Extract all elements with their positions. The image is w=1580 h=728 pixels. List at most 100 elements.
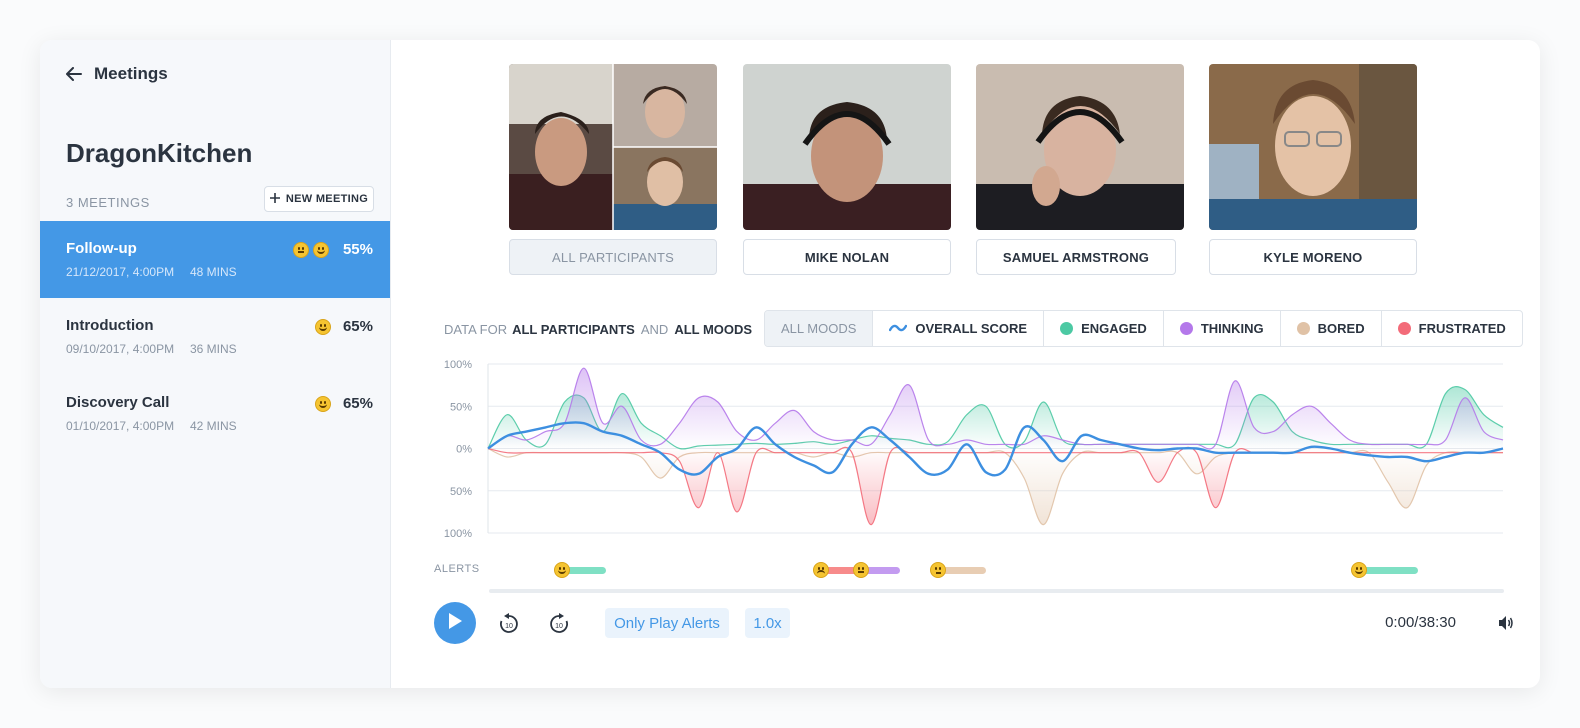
smiley-face-emoji-icon[interactable] xyxy=(554,562,571,578)
tab-engaged[interactable]: ENGAGED xyxy=(1043,311,1163,346)
thinking-dot-icon xyxy=(1179,322,1193,335)
tab-bored[interactable]: BORED xyxy=(1279,311,1381,346)
engaged-dot-icon xyxy=(1060,322,1074,335)
meeting-item-discovery-call[interactable]: Discovery Call 65% 01/10/2017, 4:00PM 42… xyxy=(40,375,390,452)
meeting-score-value: 55% xyxy=(342,241,373,258)
participant-card-all[interactable]: ALL PARTICIPANTS xyxy=(509,64,717,275)
y-tick-label: 100% xyxy=(444,528,472,540)
speaker-icon xyxy=(1499,616,1513,630)
tab-label: ENGAGED xyxy=(1081,321,1147,336)
meetings-count: 3 MEETINGS xyxy=(66,195,150,210)
frustrated-face-emoji-icon[interactable] xyxy=(812,562,829,578)
skip-back-button[interactable]: 10 xyxy=(498,613,520,640)
y-tick-label: 100% xyxy=(444,359,472,371)
tab-label: ALL MOODS xyxy=(781,321,857,336)
playback-time: 0:00/38:30 xyxy=(1385,614,1456,631)
skip-back-seconds: 10 xyxy=(505,623,513,630)
meeting-title: Introduction xyxy=(66,317,154,334)
bored-dot-icon xyxy=(1296,322,1310,335)
tab-thinking[interactable]: THINKING xyxy=(1162,311,1280,346)
meeting-item-introduction[interactable]: Introduction 65% 09/10/2017, 4:00PM 36 M… xyxy=(40,298,390,375)
meeting-item-follow-up[interactable]: Follow-up 55% 21/12/2017, 4:00PM 48 MINS xyxy=(40,221,390,298)
series-line-bored xyxy=(487,447,1503,526)
meeting-date: 21/12/2017, 4:00PM xyxy=(66,265,175,279)
sleepy-face-emoji-icon[interactable] xyxy=(929,562,946,578)
series-area-frustrated xyxy=(488,447,1503,525)
data-filter-summary: DATA FOR ALL PARTICIPANTS AND ALL MOODS xyxy=(444,311,752,348)
playback-speed-button[interactable]: 1.0x xyxy=(745,608,790,638)
participant-card-samuel-armstrong[interactable]: SAMUEL ARMSTRONG xyxy=(976,64,1184,275)
participant-video-kyle-moreno xyxy=(1209,64,1417,230)
wave-icon xyxy=(889,321,908,336)
meeting-duration: 36 MINS xyxy=(190,342,237,356)
smiley-face-emoji-icon[interactable] xyxy=(1350,562,1367,578)
meeting-list: Follow-up 55% 21/12/2017, 4:00PM 48 MINS… xyxy=(40,221,390,452)
player-controls: 10 10 Only Play Alerts 1.0x 0:00/38:30 xyxy=(434,600,1514,644)
meeting-score: 55% xyxy=(292,241,373,258)
filter-participants-wrap: ALL PARTICIPANTS xyxy=(512,322,635,337)
back-link-label: Meetings xyxy=(94,64,168,83)
participant-card-kyle-moreno[interactable]: KYLE MORENO xyxy=(1209,64,1417,275)
meeting-title: Discovery Call xyxy=(66,394,170,411)
tab-frustrated[interactable]: FRUSTRATED xyxy=(1380,311,1522,346)
tab-all-moods[interactable]: ALL MOODS xyxy=(765,311,873,346)
smiley-face-emoji-icon xyxy=(314,395,331,412)
y-tick-label: 50% xyxy=(450,401,472,413)
y-tick-label: 50% xyxy=(450,486,472,498)
project-title: DragonKitchen xyxy=(66,138,253,168)
mood-filter-tabs: ALL MOODS OVERALL SCORE ENGAGED THINKING… xyxy=(764,310,1523,347)
meeting-duration: 48 MINS xyxy=(190,265,237,279)
filter-joiner: AND xyxy=(640,322,669,337)
thinking-face-emoji-icon xyxy=(292,241,309,258)
participant-button-kyle-moreno[interactable]: KYLE MORENO xyxy=(1209,239,1417,275)
tab-label: OVERALL SCORE xyxy=(915,321,1028,336)
participant-button-all[interactable]: ALL PARTICIPANTS xyxy=(509,239,717,275)
tab-label: BORED xyxy=(1317,321,1365,336)
mood-timeline-chart[interactable]: 100% 50% 0% 50% 100% xyxy=(420,352,1510,542)
back-to-meetings-link[interactable]: Meetings xyxy=(66,64,168,84)
meeting-score: 65% xyxy=(314,395,373,412)
only-play-alerts-button[interactable]: Only Play Alerts xyxy=(605,608,729,638)
y-tick-label: 0% xyxy=(456,444,472,456)
sidebar: Meetings DragonKitchen 3 MEETINGS NEW ME… xyxy=(40,40,391,688)
frustrated-dot-icon xyxy=(1397,322,1411,335)
filter-moods: ALL MOODS xyxy=(674,322,753,337)
filter-moods-wrap: ALL MOODS xyxy=(674,322,752,337)
new-meeting-button[interactable]: NEW MEETING xyxy=(264,186,374,212)
smiley-face-emoji-icon xyxy=(312,241,329,258)
smiley-face-emoji-icon xyxy=(314,318,331,335)
thinking-face-emoji-icon[interactable] xyxy=(853,562,870,578)
participant-video-samuel-armstrong xyxy=(976,64,1184,230)
timeline-scrubber-track[interactable] xyxy=(489,589,1504,593)
tab-overall-score[interactable]: OVERALL SCORE xyxy=(872,311,1043,346)
meeting-score-value: 65% xyxy=(342,318,373,335)
all-participants-video-grid xyxy=(509,64,717,230)
participant-video-mike-nolan xyxy=(743,64,951,230)
meeting-title: Follow-up xyxy=(66,240,137,257)
participant-card-mike-nolan[interactable]: MIKE NOLAN xyxy=(743,64,951,275)
plus-icon xyxy=(269,192,280,206)
tab-label: FRUSTRATED xyxy=(1418,321,1506,336)
participant-button-mike-nolan[interactable]: MIKE NOLAN xyxy=(743,239,951,275)
meeting-score: 65% xyxy=(314,318,373,335)
skip-forward-seconds: 10 xyxy=(555,623,563,630)
new-meeting-label: NEW MEETING xyxy=(285,193,369,205)
meeting-date: 01/10/2017, 4:00PM xyxy=(66,419,175,433)
meeting-score-value: 65% xyxy=(342,395,373,412)
meeting-duration: 42 MINS xyxy=(190,419,237,433)
forward-10-icon: 10 xyxy=(550,613,568,633)
filter-participants: ALL PARTICIPANTS xyxy=(512,322,635,337)
volume-button[interactable] xyxy=(1498,615,1514,636)
participant-button-samuel-armstrong[interactable]: SAMUEL ARMSTRONG xyxy=(976,239,1176,275)
play-icon xyxy=(447,612,463,635)
series-line-frustrated xyxy=(487,446,1503,526)
arrow-left-icon xyxy=(66,67,82,81)
meeting-analytics-window: Meetings DragonKitchen 3 MEETINGS NEW ME… xyxy=(40,40,1540,688)
meeting-date: 09/10/2017, 4:00PM xyxy=(66,342,175,356)
tab-label: THINKING xyxy=(1200,321,1264,336)
rewind-10-icon: 10 xyxy=(500,613,518,633)
alerts-label: ALERTS xyxy=(434,563,480,575)
skip-forward-button[interactable]: 10 xyxy=(548,613,570,640)
filter-prefix: DATA FOR xyxy=(444,322,508,337)
play-button[interactable] xyxy=(434,602,476,644)
